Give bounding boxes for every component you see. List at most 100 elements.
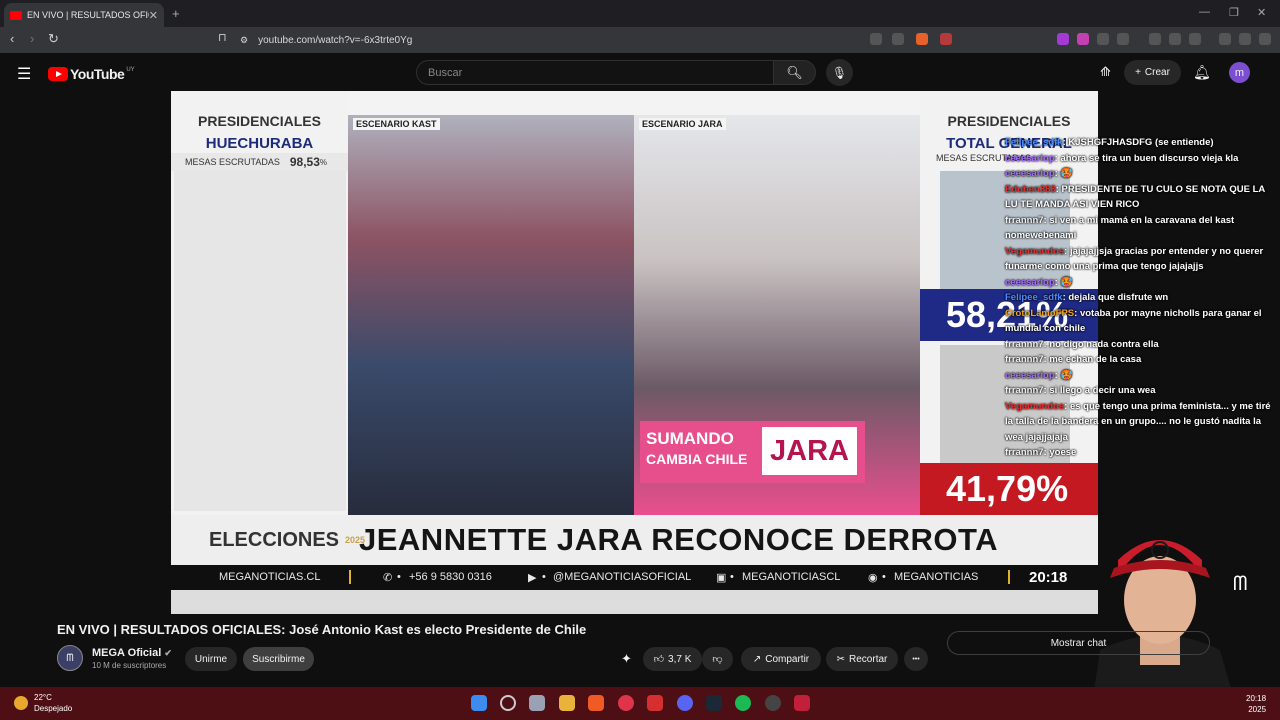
results-panel-left: PRESIDENCIALES HUECHURABA MESAS ESCRUTAD… xyxy=(171,91,348,515)
browser-tab[interactable]: EN VIVO | RESULTADOS OFICIALES ✕ xyxy=(4,3,164,27)
chat-username[interactable]: ceeesariop xyxy=(1005,153,1055,164)
like-count: 3,7 K xyxy=(668,653,692,665)
channel-name[interactable]: MEGA Oficial ✔ xyxy=(92,647,172,659)
search-input[interactable]: Buscar xyxy=(416,60,774,85)
maximize-icon[interactable]: ❐ xyxy=(1229,6,1239,19)
new-tab-button[interactable]: + xyxy=(172,6,180,21)
file-explorer-icon[interactable] xyxy=(559,695,575,711)
weather-widget[interactable]: 22°C Despejado xyxy=(14,692,72,714)
scenario-jara-label: ESCENARIO JARA xyxy=(639,118,726,130)
youtube-play-icon xyxy=(48,67,68,81)
voice-search-button[interactable]: 🎙︎ xyxy=(826,59,853,86)
steam-icon[interactable] xyxy=(706,695,722,711)
chat-username[interactable]: frrannn7 xyxy=(1005,215,1044,226)
chat-username[interactable]: Vegamundos xyxy=(1005,246,1064,257)
media-player-icon[interactable] xyxy=(618,695,634,711)
channel-avatar[interactable]: ᗰ xyxy=(57,645,83,671)
minimize-icon[interactable]: — xyxy=(1199,6,1210,18)
puzzle-icon[interactable] xyxy=(1097,33,1109,45)
chat-text: me echan de la casa xyxy=(1049,354,1142,365)
share-page-icon[interactable] xyxy=(892,33,904,45)
chat-username[interactable]: ceeesariop xyxy=(1005,277,1055,288)
spotify-taskbar-icon[interactable] xyxy=(735,695,751,711)
subscriber-count: 10 M de suscriptores xyxy=(92,661,167,670)
reading-list-icon[interactable] xyxy=(1117,33,1129,45)
brave-shield-icon[interactable] xyxy=(916,33,928,45)
chat-username[interactable]: ceeesariop xyxy=(1005,168,1055,179)
close-tab-icon[interactable]: ✕ xyxy=(149,9,158,22)
chat-message: Vegamundos: jajajajjsja gracias por ente… xyxy=(1005,244,1280,275)
url-field[interactable]: ⚙ youtube.com/watch?v=-6x3trte0Yg xyxy=(240,31,1000,49)
podium-sign: SUMANDO CAMBIA CHILE JARA xyxy=(640,421,865,483)
like-button[interactable]: 👍︎ 3,7 K xyxy=(643,647,702,671)
video-player[interactable]: PRESIDENCIALES HUECHURABA MESAS ESCRUTAD… xyxy=(171,91,1098,614)
create-label: Crear xyxy=(1144,67,1170,78)
extension-icon[interactable] xyxy=(1057,33,1069,45)
join-button[interactable]: Unirme xyxy=(185,647,237,671)
account-avatar[interactable]: m xyxy=(1229,62,1250,83)
show-chat-button[interactable]: Mostrar chat xyxy=(947,631,1210,655)
ticker-bar: MEGANOTICIAS.CL ✆ • +56 9 5830 0316 ▶ • … xyxy=(171,565,1098,590)
cast-button-icon[interactable]: ⟰ xyxy=(1100,64,1111,80)
chat-message: ceeesariop: 🥵 xyxy=(1005,166,1280,182)
chat-message: frrannn7: yoese xyxy=(1005,445,1280,461)
chat-username[interactable]: Felipee_sdfk xyxy=(1005,137,1063,148)
vivaldi-icon[interactable] xyxy=(794,695,810,711)
wallet-icon[interactable] xyxy=(1189,33,1201,45)
notifications-bell-icon[interactable]: 🔔︎ xyxy=(1193,64,1211,81)
share-icon: ↗ xyxy=(752,653,762,665)
feed-top-band xyxy=(348,91,634,115)
chat-username[interactable]: Felipee_sdfk xyxy=(1005,292,1063,303)
dislike-button[interactable]: 👎︎ xyxy=(702,647,733,671)
menu-icon[interactable] xyxy=(1259,33,1271,45)
chat-username[interactable]: frrannn7 xyxy=(1005,447,1044,458)
weather-desc: Despejado xyxy=(34,704,73,713)
sign-line-2: CAMBIA CHILE xyxy=(646,451,748,467)
extension-icon[interactable] xyxy=(1077,33,1089,45)
chat-message: CrotoLamoFPS: votaba por mayne nicholls … xyxy=(1005,306,1280,337)
search-taskbar-icon[interactable] xyxy=(500,695,516,711)
search-button[interactable]: 🔍︎ xyxy=(773,60,816,85)
hamburger-menu-icon[interactable]: ☰ xyxy=(17,64,31,84)
chat-username[interactable]: ceeesariop xyxy=(1005,370,1055,381)
task-view-icon[interactable] xyxy=(529,695,545,711)
app-icon[interactable] xyxy=(647,695,663,711)
start-icon[interactable] xyxy=(471,695,487,711)
ticker-youtube: @MEGANOTICIASOFICIAL xyxy=(553,571,692,583)
site-info-icon[interactable]: ⚙ xyxy=(240,35,248,46)
share-button[interactable]: ↗ Compartir xyxy=(741,647,821,671)
chat-username[interactable]: frrannn7 xyxy=(1005,339,1044,350)
music-icon[interactable] xyxy=(1149,33,1161,45)
leo-icon[interactable] xyxy=(1219,33,1231,45)
browser-tab-bar xyxy=(0,0,1280,27)
ticker-separator xyxy=(349,570,351,584)
chat-username[interactable]: frrannn7 xyxy=(1005,385,1044,396)
more-actions-button[interactable]: ••• xyxy=(904,647,928,671)
bookmark-icon[interactable]: ⊓ xyxy=(218,31,227,44)
obs-icon[interactable] xyxy=(765,695,781,711)
system-clock[interactable]: 20:18 2025 xyxy=(1246,693,1266,715)
cast-icon[interactable] xyxy=(870,33,882,45)
youtube-logo[interactable]: YouTube UY xyxy=(48,66,135,82)
discord-icon[interactable] xyxy=(677,695,693,711)
chat-username[interactable]: CrotoLamoFPS xyxy=(1005,308,1074,319)
back-icon[interactable]: ‹ xyxy=(10,31,14,46)
clip-button[interactable]: ✂ Recortar xyxy=(826,647,898,671)
forward-icon[interactable]: › xyxy=(30,31,34,46)
vpn-icon[interactable] xyxy=(1239,33,1251,45)
ticker-separator xyxy=(1008,570,1010,584)
subscribe-button[interactable]: Suscribirme xyxy=(243,647,314,671)
mesas-unit: % xyxy=(319,157,328,167)
create-button[interactable]: + Crear xyxy=(1124,60,1181,85)
chat-username[interactable]: Eduben383 xyxy=(1005,184,1056,195)
rewards-icon[interactable] xyxy=(940,33,952,45)
chat-message: ceeesariop: 🥵 xyxy=(1005,368,1280,384)
close-window-icon[interactable]: ✕ xyxy=(1257,6,1266,19)
clock-time: 20:18 xyxy=(1246,694,1267,703)
sidebar-icon[interactable] xyxy=(1169,33,1181,45)
reload-icon[interactable]: ↻ xyxy=(48,31,59,47)
chat-username[interactable]: Vegamundos xyxy=(1005,401,1064,412)
chat-username[interactable]: frrannn7 xyxy=(1005,354,1044,365)
hype-icon[interactable]: ✦ xyxy=(621,651,632,667)
brave-browser-icon[interactable] xyxy=(588,695,604,711)
